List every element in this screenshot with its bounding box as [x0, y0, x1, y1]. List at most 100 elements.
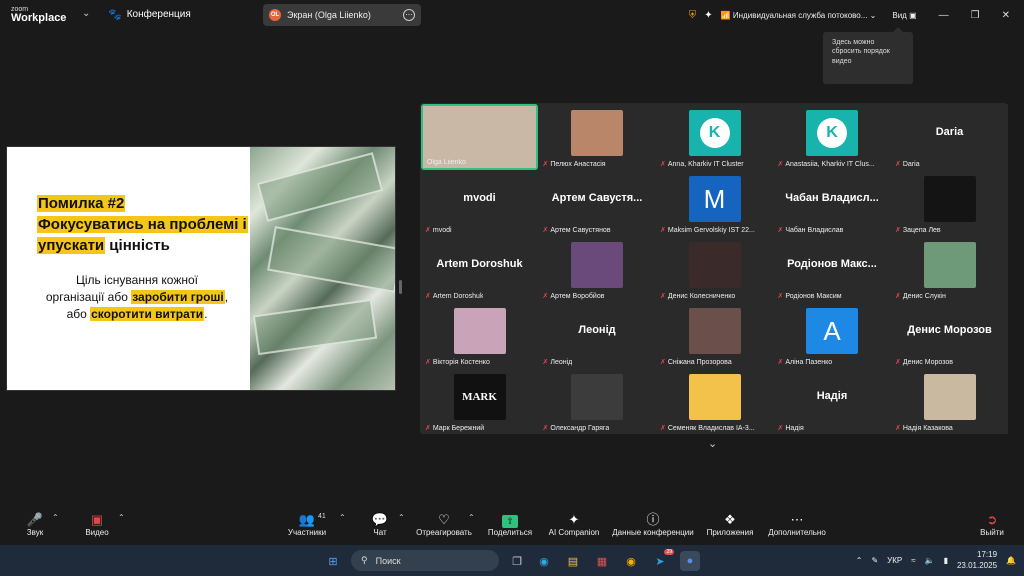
taskbar-search[interactable]: ⚲ Поиск: [351, 550, 499, 571]
participant-tile[interactable]: Артем Савустя... ✗ Артем Савустянов: [538, 170, 656, 236]
react-button[interactable]: ♡ Отреагировать: [414, 511, 474, 537]
participant-tile[interactable]: ✗ Олександр Гаряга: [538, 368, 656, 434]
chevron-down-icon[interactable]: ⌄: [82, 8, 90, 19]
participant-name-label: ✗ Родіонов Максим: [778, 292, 842, 301]
participant-tile[interactable]: Чабан Владисл... ✗ Чабан Владислав: [773, 170, 891, 236]
battery-icon[interactable]: ▮: [944, 556, 948, 565]
participant-tile[interactable]: ✗ Надія Казакова: [891, 368, 1008, 434]
chevron-up-icon[interactable]: ⌃: [339, 513, 346, 522]
participant-name-label: ✗ mvodi: [425, 226, 452, 235]
participant-tile[interactable]: Родіонов Макс... ✗ Родіонов Максим: [773, 236, 891, 302]
shield-icon[interactable]: ⛨: [689, 10, 697, 21]
participant-avatar: MARK: [453, 374, 506, 420]
apps-button[interactable]: ❖ Приложения: [700, 511, 760, 537]
explorer-icon[interactable]: ▤: [563, 551, 583, 571]
leave-button[interactable]: ➲ Выйти: [962, 511, 1022, 537]
participant-name: Artem Doroshuk: [432, 292, 484, 300]
participant-name-label: ✗ Сніжана Прозорова: [660, 358, 732, 367]
participant-tile[interactable]: Artem Doroshuk ✗ Artem Doroshuk: [421, 236, 538, 302]
close-icon[interactable]: ✕: [1002, 10, 1010, 21]
telegram-icon[interactable]: ➤ 29: [650, 549, 674, 571]
share-button[interactable]: ⇧ Поделиться: [480, 511, 540, 537]
participants-button[interactable]: 👥 Участники: [277, 511, 337, 537]
participant-tile[interactable]: ✗ Сніжана Прозорова: [656, 302, 773, 368]
participant-avatar: [571, 374, 623, 420]
participant-name-label: ✗ Daria: [895, 160, 920, 169]
more-button[interactable]: ⋯ Дополнительно: [762, 511, 832, 537]
task-view-icon[interactable]: ❐: [507, 551, 527, 571]
participant-tile[interactable]: MARK ✗ Марк Бережний: [421, 368, 538, 434]
participant-tile[interactable]: ✗ Денис Колесниченко: [656, 236, 773, 302]
participant-avatar: [571, 110, 623, 156]
chevron-up-icon[interactable]: ⌃: [118, 513, 125, 522]
participant-tile[interactable]: A ✗ Аліна Пазенко: [773, 302, 891, 368]
mic-off-icon: ✗: [777, 161, 784, 168]
participant-name: Надія Казакова: [902, 424, 953, 432]
slide-title-line1: Помилка #2: [37, 195, 126, 212]
participant-tile[interactable]: mvodi ✗ mvodi: [421, 170, 538, 236]
participant-name-label: ✗ Вікторія Костенко: [425, 358, 490, 367]
participant-tile[interactable]: ✗ Пелюх Анастасія: [538, 104, 656, 170]
ai-companion-button[interactable]: ✦ AI Companion: [544, 511, 604, 537]
slide-title-line3a: упускати: [37, 237, 106, 254]
chevron-up-icon[interactable]: ⌃: [52, 513, 59, 522]
participant-name-label: ✗ Надія Казакова: [895, 424, 953, 433]
chevron-up-icon[interactable]: ⌃: [856, 556, 863, 565]
mic-off-icon: ✗: [660, 425, 666, 432]
participant-name-label: ✗ Артем Савустянов: [543, 226, 611, 235]
participant-tile[interactable]: Леонід ✗ Леонід: [538, 302, 656, 368]
wifi-icon[interactable]: ≈: [911, 556, 915, 565]
participant-tile[interactable]: K ✗ Anastasiia, Kharkiv IT Clus...: [773, 104, 891, 170]
chat-label: Чат: [373, 528, 387, 537]
mic-off-icon: ✗: [425, 425, 431, 432]
participant-name-label: ✗ Anastasiia, Kharkiv IT Clus...: [777, 160, 875, 169]
resize-handle[interactable]: [399, 280, 402, 294]
chevron-up-icon[interactable]: ⌃: [468, 513, 475, 522]
participant-tile[interactable]: ✗ Артем Воробйов: [538, 236, 656, 302]
participant-name: Марк Бережний: [432, 424, 485, 432]
participant-tile[interactable]: ✗ Семеняк Владислав ІА-3...: [656, 368, 773, 434]
chrome-icon[interactable]: ◉: [621, 551, 641, 571]
pen-icon[interactable]: ✎: [871, 556, 878, 565]
chevron-up-icon[interactable]: ⌃: [398, 513, 405, 522]
participant-name: Anastasiia, Kharkiv IT Clus...: [785, 160, 875, 168]
participant-avatar: [923, 242, 976, 288]
windows-start-icon[interactable]: ⊞: [323, 551, 343, 571]
participant-name: Сніжана Прозорова: [667, 358, 732, 366]
conference-menu[interactable]: 🐾 Конференция: [108, 8, 191, 21]
mic-off-icon: ✗: [542, 161, 549, 168]
participant-tile[interactable]: K ✗ Anna, Kharkiv IT Cluster: [656, 104, 773, 170]
volume-icon[interactable]: 🔈: [925, 556, 935, 565]
store-icon[interactable]: ▦: [592, 551, 612, 571]
ai-sparkle-icon[interactable]: ✦: [704, 10, 712, 21]
participant-name-label: ✗ Пелюх Анастасія: [542, 160, 606, 169]
participant-display-name: Чабан Владисл...: [785, 192, 879, 204]
participant-tile[interactable]: ✗ Вікторія Костенко: [421, 302, 538, 368]
streaming-service-menu[interactable]: 📶 Индивидуальная служба потоково... ⌄: [721, 11, 877, 20]
language-indicator[interactable]: УКР: [887, 556, 902, 565]
participant-name-label: ✗ Олександр Гаряга: [542, 424, 610, 433]
notifications-icon[interactable]: 🔔: [1006, 556, 1016, 565]
mic-off-icon: ✗: [542, 425, 549, 432]
meeting-info-button[interactable]: ⓘ Данные конференции: [608, 511, 698, 537]
participant-tile[interactable]: Надія ✗ Надія: [773, 368, 891, 434]
minimize-icon[interactable]: —: [939, 10, 949, 21]
chevron-down-icon[interactable]: ⌄: [708, 437, 717, 450]
edge-icon[interactable]: ◉: [534, 551, 554, 571]
restore-icon[interactable]: ❐: [971, 10, 980, 21]
participants-icon: 👥: [298, 512, 316, 527]
view-tooltip: Здесь можно сбросить порядок видео: [823, 27, 913, 84]
participant-tile[interactable]: Olga Liienko: [421, 104, 538, 170]
participant-tile[interactable]: ✗ Зацепа Лев: [891, 170, 1008, 236]
clock[interactable]: 17:19 23.01.2025: [957, 550, 997, 571]
participant-name-label: ✗ Артем Воробйов: [543, 292, 605, 301]
view-button[interactable]: Вид ▣: [892, 11, 916, 20]
more-options-icon[interactable]: ⋯: [403, 9, 415, 21]
screen-share-pill[interactable]: OL Экран (Olga Liienko) ⋯: [263, 4, 421, 26]
participant-tile[interactable]: M ✗ Maksim Gervolskiy IST 22...: [656, 170, 773, 236]
participant-tile[interactable]: ✗ Денис Слукін: [891, 236, 1008, 302]
leave-icon: ➲: [986, 512, 998, 527]
zoom-taskbar-icon[interactable]: ●: [680, 551, 700, 571]
participant-tile[interactable]: Денис Морозов ✗ Денис Морозов: [891, 302, 1008, 368]
participant-tile[interactable]: Daria ✗ Daria: [891, 104, 1008, 170]
